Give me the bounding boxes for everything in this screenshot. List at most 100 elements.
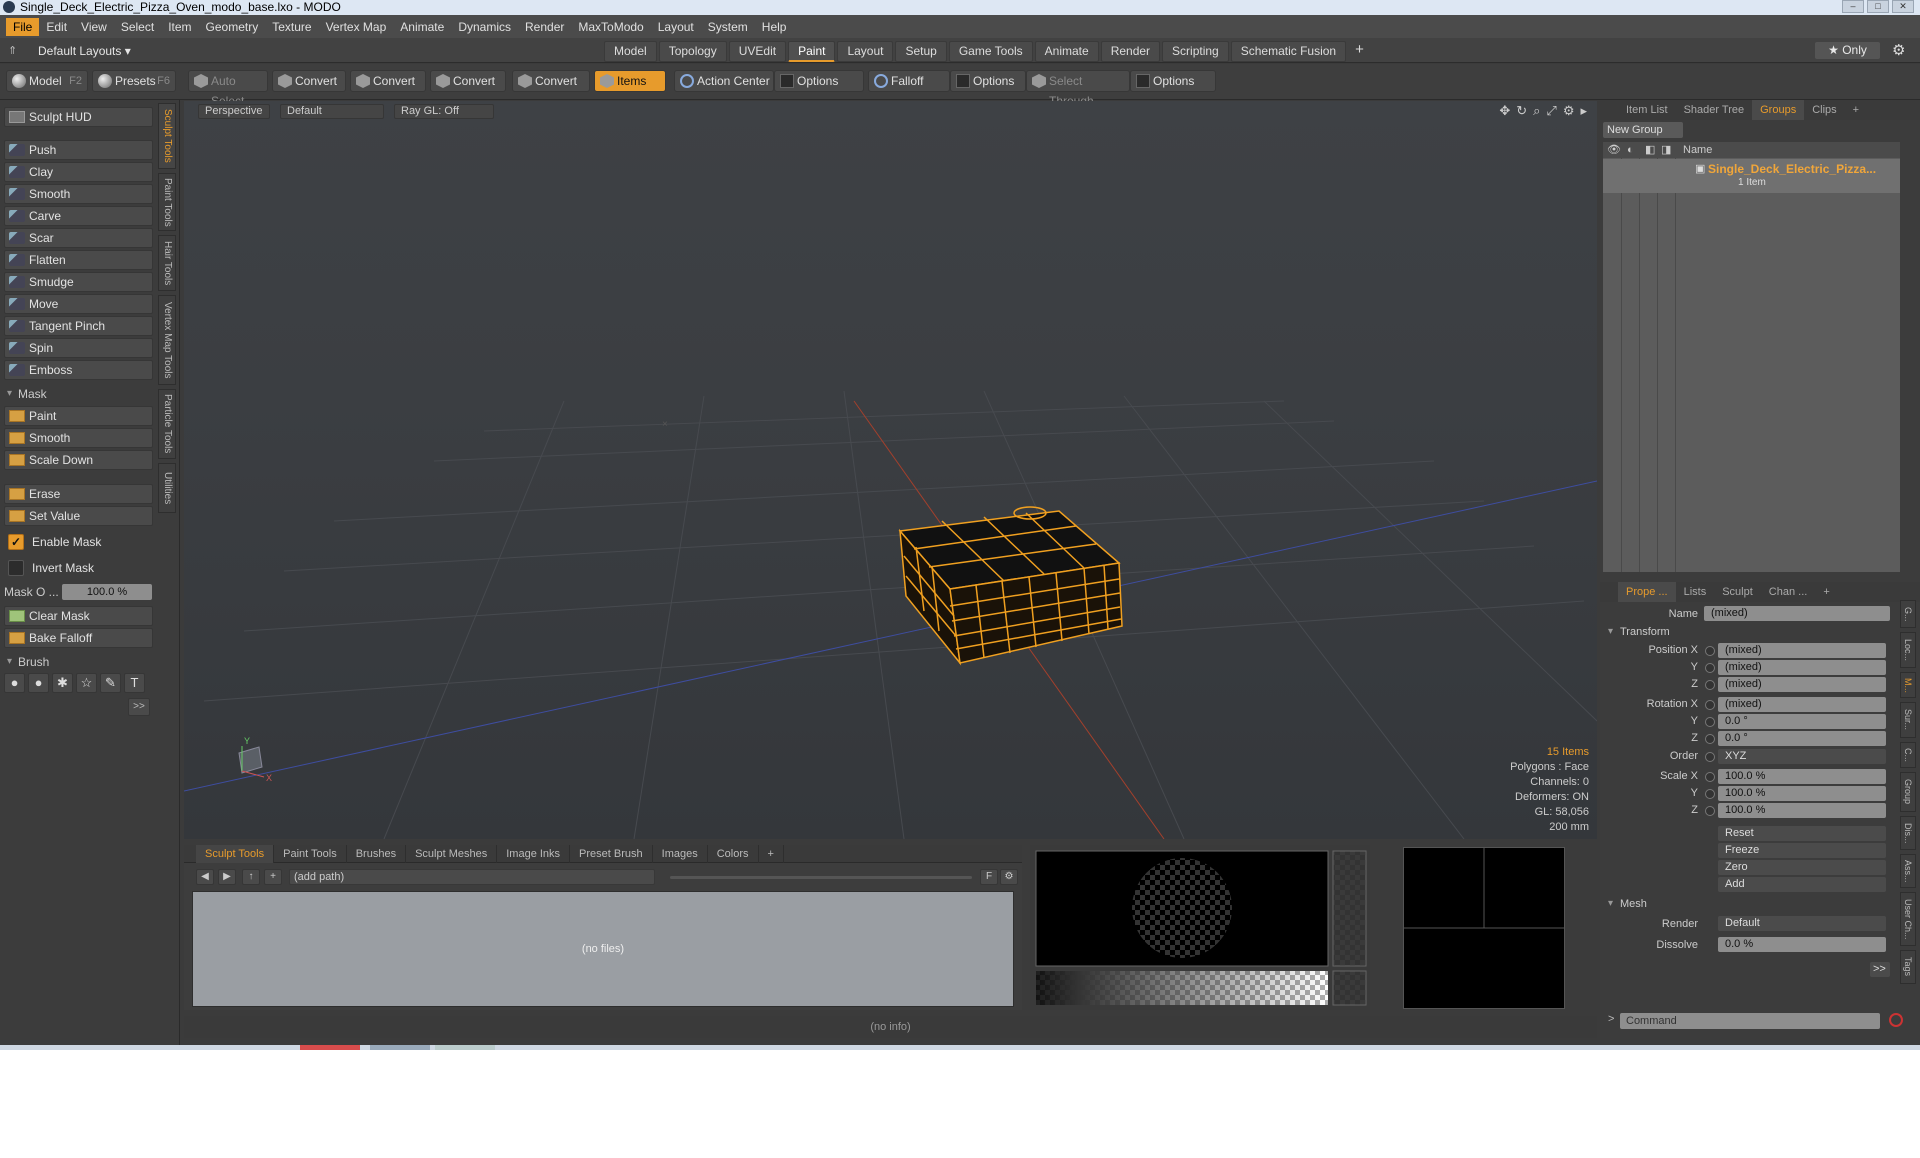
star-brush-icon[interactable]: ☆ <box>76 673 97 693</box>
items-button[interactable]: Items <box>594 70 666 92</box>
render-dropdown[interactable]: Default <box>1718 916 1886 931</box>
menu-select[interactable]: Select <box>114 18 161 36</box>
taskbar-item[interactable] <box>300 1045 360 1050</box>
tool-move[interactable]: Move <box>4 294 153 314</box>
tab-shader-tree[interactable]: Shader Tree <box>1676 100 1753 120</box>
vtab-m[interactable]: M... <box>1900 672 1916 698</box>
visibility-eye-icon[interactable]: 👁 <box>1607 142 1621 158</box>
vtab-c[interactable]: C... <box>1900 742 1916 768</box>
add-scene-tab-button[interactable]: + <box>1845 100 1867 120</box>
filter-button[interactable]: F <box>980 869 998 885</box>
tool-flatten[interactable]: Flatten <box>4 250 153 270</box>
menu-animate[interactable]: Animate <box>393 18 451 36</box>
minimize-button[interactable]: – <box>1842 0 1864 13</box>
browser-settings-icon[interactable]: ⚙ <box>1000 869 1018 885</box>
add-prop-tab-button[interactable]: + <box>1815 582 1837 602</box>
reset-dropdown[interactable]: Reset <box>1718 826 1886 841</box>
tab-game-tools[interactable]: Game Tools <box>948 41 1033 62</box>
tab-model[interactable]: Model <box>604 41 657 62</box>
vtab-sculpt-tools[interactable]: Sculpt Tools <box>158 103 176 169</box>
keyframe-dot-icon[interactable] <box>1705 806 1715 816</box>
tab-layout[interactable]: Layout <box>837 41 894 62</box>
tab-images[interactable]: Images <box>653 844 708 863</box>
menu-item[interactable]: Item <box>161 18 198 36</box>
vtab-hair-tools[interactable]: Hair Tools <box>158 235 176 291</box>
group-row[interactable]: ▣ Single_Deck_Electric_Pizza... 1 Item <box>1603 159 1900 193</box>
tool-spin[interactable]: Spin <box>4 338 153 358</box>
keyframe-dot-icon[interactable] <box>1705 752 1715 762</box>
menu-render[interactable]: Render <box>518 18 571 36</box>
menu-file[interactable]: File <box>6 17 40 36</box>
menu-texture[interactable]: Texture <box>265 18 318 36</box>
tab-animate[interactable]: Animate <box>1034 41 1099 62</box>
menu-help[interactable]: Help <box>755 18 794 36</box>
tab-brushes[interactable]: Brushes <box>347 844 407 863</box>
add-path-icon[interactable]: + <box>264 869 282 885</box>
viewport-menu-icon[interactable]: ▸ <box>1580 103 1587 119</box>
falloff-button[interactable]: Falloff <box>868 70 950 92</box>
tool-tangent-pinch[interactable]: Tangent Pinch <box>4 316 153 336</box>
path-dropdown[interactable]: (add path) <box>289 869 655 885</box>
tab-schematic-fusion[interactable]: Schematic Fusion <box>1230 41 1347 62</box>
tab-paint[interactable]: Paint <box>788 41 836 62</box>
tab-channels[interactable]: Chan ... <box>1761 582 1816 602</box>
mask-section-header[interactable]: Mask <box>4 386 153 402</box>
options-button-3[interactable]: Options <box>1130 70 1216 92</box>
vtab-tags[interactable]: Tags <box>1900 950 1916 984</box>
mesh-section[interactable]: Mesh <box>1608 898 1647 910</box>
pizza-oven-mesh[interactable] <box>898 506 1123 666</box>
raygl-dropdown[interactable]: Ray GL: Off <box>394 104 494 119</box>
convert-button-1[interactable]: Convert <box>272 70 346 92</box>
rotation-z-field[interactable]: 0.0 ° <box>1718 731 1886 746</box>
keyframe-dot-icon[interactable] <box>1705 717 1715 727</box>
brush-more-button[interactable]: >> <box>128 698 150 716</box>
hard-brush-icon[interactable]: ● <box>28 673 49 693</box>
menu-geometry[interactable]: Geometry <box>199 18 266 36</box>
viewport-settings-icon[interactable]: ⚙ <box>1563 103 1575 119</box>
properties-more-button[interactable]: >> <box>1870 962 1890 977</box>
select-icon[interactable]: ◨ <box>1661 142 1671 158</box>
parent-folder-icon[interactable]: ↑ <box>242 869 260 885</box>
options-button-2[interactable]: Options <box>950 70 1026 92</box>
menu-edit[interactable]: Edit <box>39 18 74 36</box>
layout-arrow-icon[interactable]: ⇑ <box>8 44 17 57</box>
rotation-x-field[interactable]: (mixed) <box>1718 697 1886 712</box>
lock-icon[interactable]: ◧ <box>1645 142 1655 158</box>
scale-x-field[interactable]: 100.0 % <box>1718 769 1886 784</box>
model-button[interactable]: Model F2 <box>6 70 88 92</box>
forward-arrow-icon[interactable]: ▶ <box>218 869 236 885</box>
splat-brush-icon[interactable]: ✱ <box>52 673 73 693</box>
position-x-field[interactable]: (mixed) <box>1718 643 1886 658</box>
position-y-field[interactable]: (mixed) <box>1718 660 1886 675</box>
tab-paint-tools[interactable]: Paint Tools <box>274 844 347 863</box>
shading-default-dropdown[interactable]: Default <box>280 104 384 119</box>
vtab-g[interactable]: G... <box>1900 600 1916 628</box>
tab-groups[interactable]: Groups <box>1752 100 1805 120</box>
action-center-button[interactable]: Action Center <box>674 70 774 92</box>
mask-smooth-button[interactable]: Smooth <box>4 428 153 448</box>
tab-item-list[interactable]: Item List <box>1618 100 1676 120</box>
zoom-icon[interactable]: ⌕ <box>1533 103 1540 119</box>
freeze-dropdown[interactable]: Freeze <box>1718 843 1886 858</box>
mask-paint-button[interactable]: Paint <box>4 406 153 426</box>
tab-topology[interactable]: Topology <box>658 41 727 62</box>
vtab-loc[interactable]: Loc... <box>1900 632 1916 668</box>
pan-icon[interactable]: ✥ <box>1499 103 1510 119</box>
tab-sculpt[interactable]: Sculpt <box>1714 582 1761 602</box>
vtab-paint-tools[interactable]: Paint Tools <box>158 173 176 231</box>
keyframe-dot-icon[interactable] <box>1705 772 1715 782</box>
tool-scar[interactable]: Scar <box>4 228 153 248</box>
scale-z-field[interactable]: 100.0 % <box>1718 803 1886 818</box>
keyframe-dot-icon[interactable] <box>1705 789 1715 799</box>
close-button[interactable]: ✕ <box>1892 0 1914 13</box>
keyframe-dot-icon[interactable] <box>1705 734 1715 744</box>
taskbar-item[interactable] <box>435 1045 495 1050</box>
custom-brush-icon[interactable]: ✎ <box>100 673 121 693</box>
bake-falloff-button[interactable]: Bake Falloff <box>4 628 153 648</box>
rotation-y-field[interactable]: 0.0 ° <box>1718 714 1886 729</box>
taskbar-item[interactable] <box>370 1045 430 1050</box>
tool-emboss[interactable]: Emboss <box>4 360 153 380</box>
clear-mask-button[interactable]: Clear Mask <box>4 606 153 626</box>
vtab-dis[interactable]: Dis... <box>1900 816 1916 850</box>
command-stop-icon[interactable] <box>1889 1013 1903 1027</box>
